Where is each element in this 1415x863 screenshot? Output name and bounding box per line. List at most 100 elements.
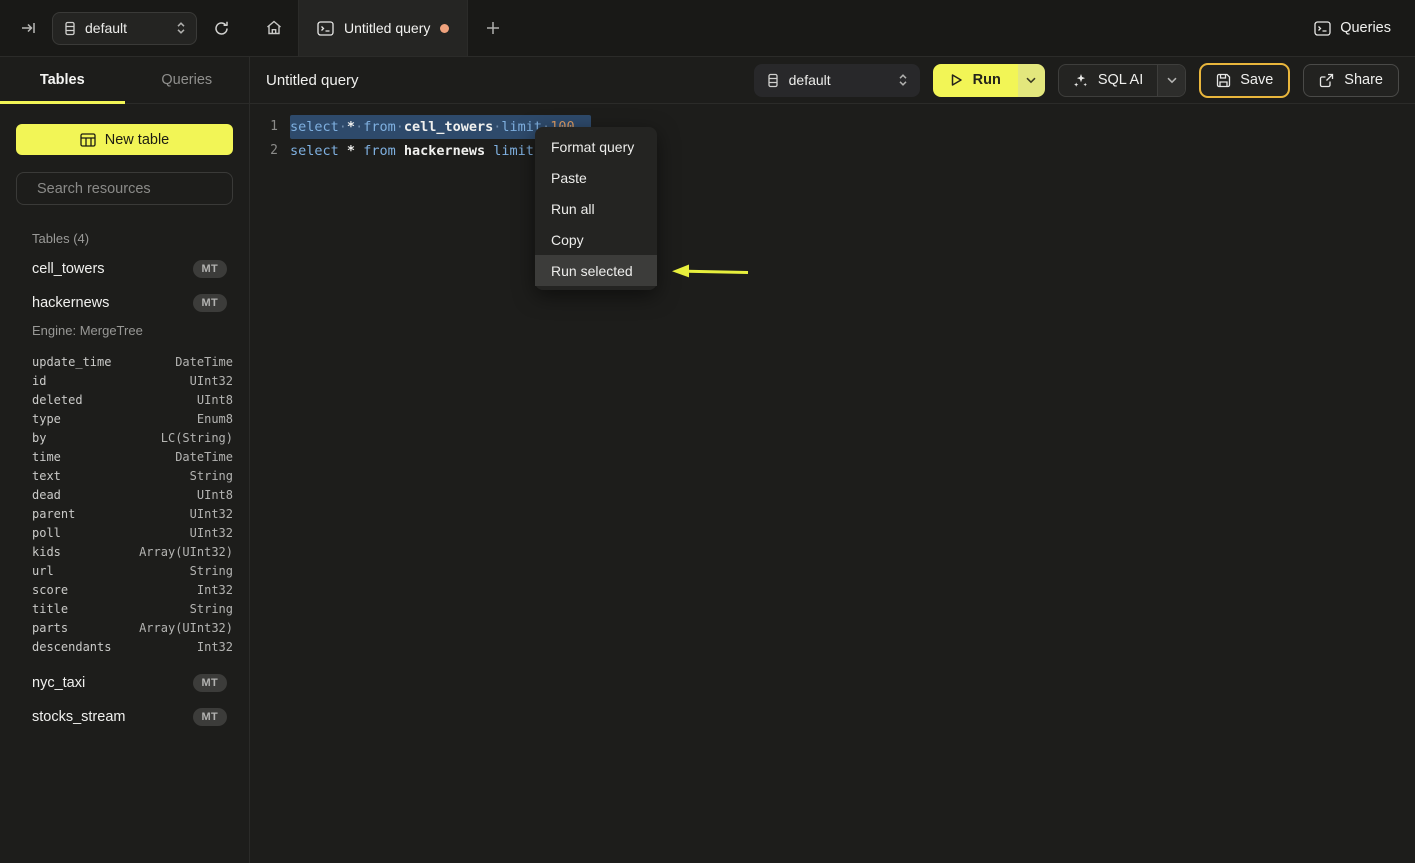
column-type: String	[190, 564, 233, 578]
token-keyword: from	[363, 143, 396, 159]
token-space: ·	[396, 119, 404, 135]
token-operator: *	[347, 119, 355, 135]
column-row: timeDateTime	[16, 447, 233, 466]
sidebar: Tables Queries New table Tables (4) cell…	[0, 57, 250, 863]
queries-button[interactable]: Queries	[1314, 20, 1391, 36]
column-type: UInt32	[190, 526, 233, 540]
database-selector[interactable]: default	[52, 12, 197, 45]
tab-untitled-query[interactable]: Untitled query	[298, 0, 468, 56]
column-row: deleted UInt8	[16, 390, 233, 409]
token-keyword: select	[290, 119, 339, 135]
app-root: default Untitled query Querie	[0, 0, 1415, 863]
sql-ai-split-button: SQL AI	[1058, 64, 1186, 97]
tab-label: Untitled query	[344, 20, 430, 36]
share-button[interactable]: Share	[1303, 64, 1399, 97]
home-tab[interactable]	[250, 0, 298, 56]
column-row: idUInt32	[16, 371, 233, 390]
save-icon	[1216, 73, 1231, 88]
column-name: kids	[32, 545, 61, 559]
column-name: parts	[32, 621, 68, 635]
sql-editor[interactable]: 1select·*·from·cell_towers·limit·1002sel…	[250, 104, 1415, 863]
context-menu-item-copy[interactable]: Copy	[535, 224, 657, 255]
column-row: kidsArray(UInt32)	[16, 542, 233, 561]
column-row: scoreInt32	[16, 580, 233, 599]
sidebar-tabs: Tables Queries	[0, 57, 249, 104]
toolbar-database-value: default	[789, 72, 889, 88]
run-options-button[interactable]	[1018, 64, 1045, 97]
database-icon	[766, 73, 780, 88]
database-selector-value: default	[85, 20, 168, 36]
column-type: UInt8	[197, 393, 233, 407]
tables-list: cell_towersMThackernewsMTEngine: MergeTr…	[16, 252, 233, 734]
column-name: url	[32, 564, 54, 578]
context-menu-item-run-selected[interactable]: Run selected	[535, 255, 657, 286]
topbar-left-section: default	[0, 0, 250, 56]
column-row: descendantsInt32	[16, 637, 233, 656]
context-menu-item-paste[interactable]: Paste	[535, 162, 657, 193]
table-row-cell_towers[interactable]: cell_towers MT	[16, 252, 233, 286]
collapse-sidebar-icon	[20, 20, 36, 36]
column-row: parentUInt32	[16, 504, 233, 523]
column-name: by	[32, 431, 46, 445]
code-text: select * from hackernews limit	[290, 139, 542, 163]
column-type: Enum8	[197, 412, 233, 426]
search-input[interactable]	[37, 181, 224, 197]
engine-badge: MT	[193, 674, 227, 692]
save-button-label: Save	[1240, 72, 1273, 88]
new-tab-button[interactable]	[468, 0, 517, 56]
token-space	[396, 143, 404, 159]
column-row: pollUInt32	[16, 523, 233, 542]
column-row: byLC(String)	[16, 428, 233, 447]
column-type: UInt32	[190, 374, 233, 388]
engine-badge: MT	[193, 260, 227, 278]
toolbar: default Run	[754, 63, 1399, 98]
column-type: DateTime	[175, 355, 233, 369]
table-name: nyc_taxi	[32, 675, 85, 691]
search-box	[16, 172, 233, 205]
column-name: deleted	[32, 393, 83, 407]
run-button[interactable]: Run	[933, 64, 1018, 97]
body: Tables Queries New table Tables (4) cell…	[0, 57, 1415, 863]
main-header: Untitled query default Run	[250, 57, 1415, 104]
share-button-label: Share	[1344, 72, 1383, 88]
run-button-label: Run	[973, 72, 1001, 88]
line-number: 2	[250, 139, 278, 163]
sidebar-tab-tables[interactable]: Tables	[0, 57, 125, 103]
column-name: descendants	[32, 640, 111, 654]
refresh-icon	[213, 20, 230, 37]
toolbar-database-selector[interactable]: default	[754, 64, 920, 97]
column-name: parent	[32, 507, 75, 521]
engine-badge: MT	[193, 294, 227, 312]
refresh-button[interactable]	[209, 16, 234, 41]
table-row-nyc_taxi[interactable]: nyc_taxi MT	[16, 666, 233, 700]
table-row-hackernews[interactable]: hackernewsMT	[16, 286, 233, 320]
chevron-down-icon	[1167, 77, 1177, 84]
context-menu: Format queryPasteRun allCopyRun selected	[535, 127, 657, 290]
token-space: ·	[355, 119, 363, 135]
sql-ai-options-button[interactable]	[1157, 65, 1185, 96]
context-menu-item-format-query[interactable]: Format query	[535, 131, 657, 162]
play-icon	[950, 73, 963, 87]
column-row: textString	[16, 466, 233, 485]
save-button[interactable]: Save	[1199, 63, 1290, 98]
chevron-down-icon	[1026, 77, 1036, 84]
code-line: 2 select * from hackernews limit	[250, 139, 1415, 163]
column-row: update_timeDateTime	[16, 352, 233, 371]
column-row: titleString	[16, 599, 233, 618]
table-name: stocks_stream	[32, 709, 125, 725]
column-name: title	[32, 602, 68, 616]
top-bar: default Untitled query Querie	[0, 0, 1415, 57]
token-space	[355, 143, 363, 159]
queries-button-label: Queries	[1340, 20, 1391, 36]
unsaved-changes-dot	[440, 24, 449, 33]
column-type: String	[190, 469, 233, 483]
table-row-stocks_stream[interactable]: stocks_streamMT	[16, 700, 233, 734]
sidebar-tab-queries[interactable]: Queries	[125, 57, 250, 103]
column-row: partsArray(UInt32)	[16, 618, 233, 637]
collapse-sidebar-button[interactable]	[16, 16, 40, 40]
context-menu-item-run-all[interactable]: Run all	[535, 193, 657, 224]
sql-ai-button[interactable]: SQL AI	[1059, 65, 1157, 96]
new-table-button[interactable]: New table	[16, 124, 233, 155]
table-name: cell_towers	[32, 261, 105, 277]
token-keyword: limit	[493, 143, 534, 159]
